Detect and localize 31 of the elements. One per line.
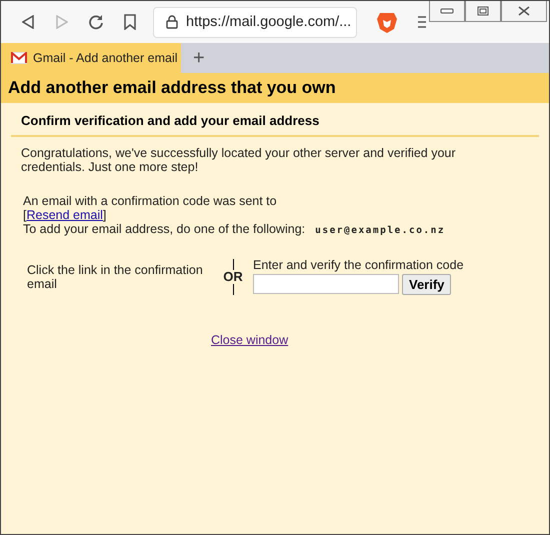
envelope-icon (11, 52, 27, 64)
menu-icon[interactable] (417, 15, 427, 29)
sent-text: An email with a confirmation code was sent to (23, 194, 278, 208)
option-text: Enter and verify the confirmation code (253, 258, 464, 272)
verify-button[interactable]: Verify (402, 274, 452, 295)
email-address: user@example.co.nz (315, 225, 446, 236)
code-field[interactable] (253, 274, 399, 294)
restore-icon (477, 6, 489, 16)
maximize-button[interactable] (465, 1, 501, 22)
option-text: Click the link in the confirmation email (27, 262, 204, 290)
address-bar[interactable]: https://mail.google.com/... (153, 6, 357, 38)
close-button[interactable] (501, 1, 547, 22)
lock-icon (166, 15, 178, 29)
bookmark-icon[interactable] (124, 14, 136, 30)
close-icon (518, 6, 530, 16)
page-title: Add another email address that you own (1, 73, 549, 103)
browser-tab[interactable]: Gmail - Add another email (1, 43, 181, 73)
minimize-button[interactable] (429, 1, 465, 22)
section-heading: Confirm verification and add your email address (11, 103, 539, 137)
reload-icon[interactable] (88, 14, 104, 30)
back-icon[interactable] (22, 15, 34, 29)
close-window-link[interactable]: Close window (211, 333, 288, 347)
instruction-text: To add your email address, do one of the following: (23, 222, 306, 236)
or-label: OR (223, 270, 243, 284)
intro-text: Congratulations, we've successfully located your other server and verified your credentials. Just one more step! (20, 145, 457, 174)
minimize-icon (440, 8, 454, 14)
lion-icon[interactable] (377, 11, 397, 33)
bracket: ] (102, 208, 106, 222)
resend-link[interactable]: Resend email (26, 208, 103, 222)
new-tab-button[interactable]: + (193, 48, 205, 68)
bracket: [ (23, 208, 26, 222)
